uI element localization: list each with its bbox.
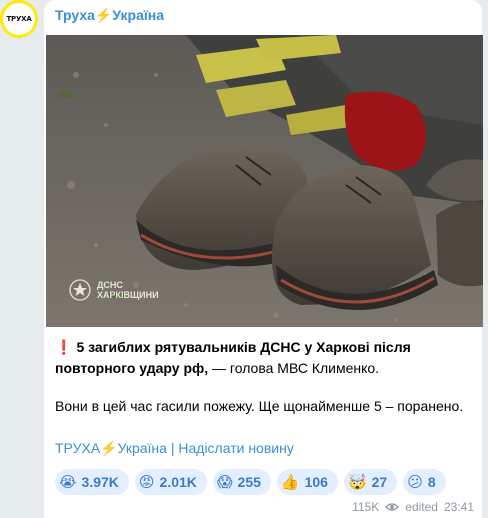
exclamation-icon: ❗ <box>55 339 73 355</box>
watermark-line2: ХАРКІВЩИНИ <box>97 290 159 300</box>
footer-links: ТРУХА⚡Україна | Надіслати новину <box>55 440 294 457</box>
post-body: Вони в цей час гасили пожежу. Ще щонайме… <box>55 398 464 414</box>
reaction-count: 3.97K <box>81 474 119 490</box>
thumbs-up-icon: 👍 <box>280 472 300 491</box>
reaction-screaming[interactable]: 😱 255 <box>212 469 271 495</box>
channel-avatar[interactable]: ТРУХА <box>0 0 38 38</box>
footer-separator: | <box>166 440 179 456</box>
channel-name-link[interactable]: Труха⚡Україна <box>55 7 164 24</box>
reaction-exploding-head[interactable]: 🤯 27 <box>343 469 398 495</box>
edited-label: edited <box>405 500 438 514</box>
reaction-count: 2.01K <box>159 474 197 490</box>
reactions-bar: 😭 3.97K 😡 2.01K 😱 255 👍 106 🤯 27 😕 8 <box>55 469 446 495</box>
reaction-count: 27 <box>371 474 388 490</box>
reaction-crying[interactable]: 😭 3.97K <box>55 469 129 495</box>
post-text: ❗ 5 загиблих рятувальників ДСНС у Харкові… <box>55 337 473 417</box>
crying-face-icon: 😭 <box>59 472 77 491</box>
exploding-head-icon: 🤯 <box>347 472 367 491</box>
reaction-count: 8 <box>427 474 436 490</box>
headline-rest: — голова МВС Клименко. <box>208 360 380 376</box>
message-bubble: Труха⚡Україна ДСНС ХАРКІВЩИНИ ❗ 5 загибл… <box>44 0 483 518</box>
avatar-logo-text: ТРУХА <box>3 3 35 35</box>
view-count: 115K <box>352 500 380 514</box>
screaming-face-icon: 😱 <box>216 472 233 491</box>
reaction-confused[interactable]: 😕 8 <box>403 469 446 495</box>
eye-icon <box>385 503 400 511</box>
reaction-count: 255 <box>237 474 261 490</box>
dsns-emblem-icon <box>69 279 91 301</box>
confused-face-icon: 😕 <box>407 472 423 491</box>
angry-face-icon: 😡 <box>138 472 155 491</box>
watermark-line1: ДСНС <box>97 280 123 290</box>
post-headline: ❗ 5 загиблих рятувальників ДСНС у Харкові… <box>55 337 473 379</box>
reaction-angry[interactable]: 😡 2.01K <box>134 469 207 495</box>
reaction-count: 106 <box>304 474 328 490</box>
photo-watermark: ДСНС ХАРКІВЩИНИ <box>68 278 159 302</box>
submit-news-link[interactable]: Надіслати новину <box>178 440 293 456</box>
message-meta: 115K edited 23:41 <box>352 500 474 514</box>
message-time: 23:41 <box>443 500 474 514</box>
post-photo[interactable]: ДСНС ХАРКІВЩИНИ <box>46 35 483 327</box>
channel-footer-link[interactable]: ТРУХА⚡Україна <box>55 440 167 456</box>
reaction-thumbs-up[interactable]: 👍 106 <box>276 469 338 495</box>
